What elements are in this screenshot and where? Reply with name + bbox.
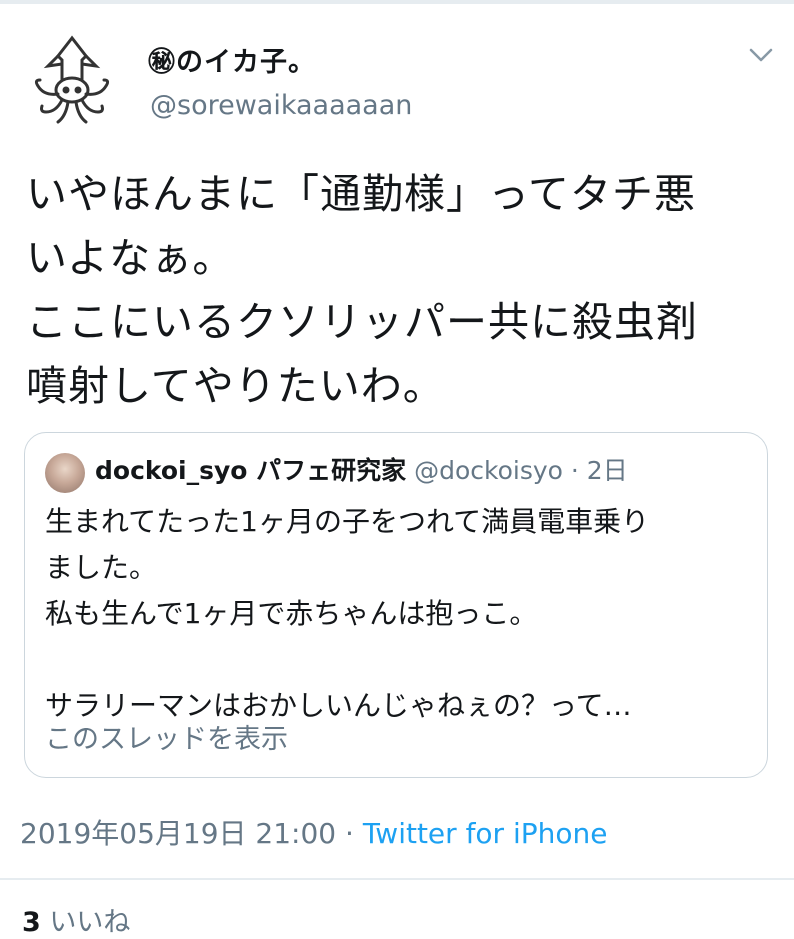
- author-handle[interactable]: @sorewaikaaaaaan: [150, 90, 412, 121]
- tweet-text-line: いやほんまに「通勤様」ってタチ悪: [26, 170, 696, 218]
- quoted-handle-age: @dockoisyo · 2日: [414, 456, 628, 485]
- quoted-avatar[interactable]: [45, 453, 85, 493]
- likes-stat[interactable]: 3 いいね: [22, 900, 130, 939]
- quoted-body: 生まれてたった1ヶ月の子をつれて満員電車乗り ました。 私も生んで1ヶ月で赤ちゃ…: [45, 499, 745, 729]
- quoted-body-line: 私も生んで1ヶ月で赤ちゃんは抱っこ。: [45, 597, 538, 630]
- squid-icon[interactable]: [22, 30, 122, 130]
- chevron-down-icon[interactable]: [748, 44, 774, 66]
- tweet-text-line: いよなぁ。: [26, 234, 235, 282]
- author-display-name[interactable]: ㊙のイカ子。: [148, 40, 316, 79]
- quoted-body-line: [45, 637, 745, 683]
- tweet-text: いやほんまに「通勤様」ってタチ悪 いよなぁ。 ここにいるクソリッパー共に殺虫剤 …: [26, 162, 776, 418]
- top-border: [0, 0, 794, 4]
- meta-separator: ·: [345, 817, 354, 850]
- source-link[interactable]: Twitter for iPhone: [363, 817, 608, 850]
- timestamp[interactable]: 2019年05月19日 21:00: [20, 817, 336, 850]
- divider: [0, 878, 794, 880]
- tweet-text-line: ここにいるクソリッパー共に殺虫剤: [26, 298, 698, 346]
- quoted-header: dockoi_syo パフェ研究家 @dockoisyo · 2日: [95, 451, 628, 487]
- quoted-body-line: 生まれてたった1ヶ月の子をつれて満員電車乗り: [45, 505, 650, 538]
- likes-count: 3: [22, 907, 41, 938]
- tweet-meta: 2019年05月19日 21:00 · Twitter for iPhone: [20, 812, 608, 852]
- quoted-body-line: ました。: [45, 551, 158, 584]
- likes-label: いいね: [49, 907, 131, 938]
- quoted-display-name: dockoi_syo パフェ研究家: [95, 456, 407, 485]
- quoted-tweet-card[interactable]: dockoi_syo パフェ研究家 @dockoisyo · 2日 生まれてたっ…: [24, 432, 768, 778]
- tweet-text-line: 噴射してやりたいわ。: [26, 362, 445, 410]
- show-thread-link[interactable]: このスレッドを表示: [45, 717, 288, 756]
